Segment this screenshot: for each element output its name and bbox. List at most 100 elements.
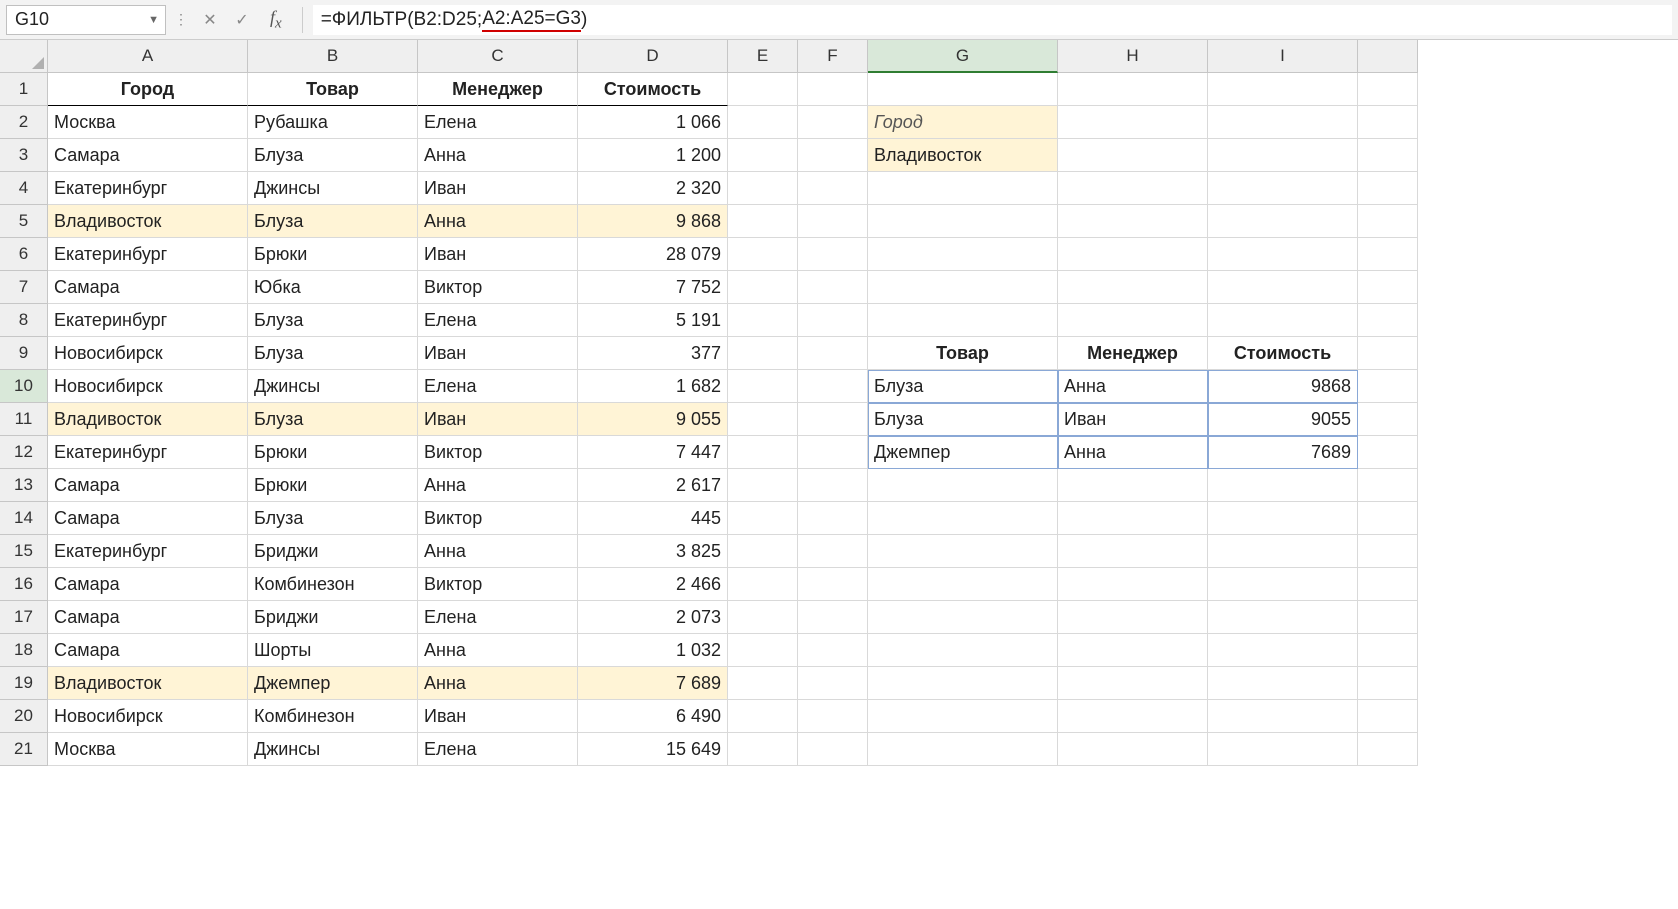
row-header-7[interactable]: 7 [0, 271, 48, 304]
cell[interactable] [868, 535, 1058, 568]
cell[interactable]: 9 868 [578, 205, 728, 238]
cell[interactable]: Елена [418, 106, 578, 139]
result-cell[interactable]: 7689 [1208, 436, 1358, 469]
cell[interactable] [728, 370, 798, 403]
cell[interactable]: Юбка [248, 271, 418, 304]
cell[interactable] [1208, 172, 1358, 205]
cell[interactable] [1358, 139, 1418, 172]
cell[interactable] [1358, 403, 1418, 436]
cell[interactable]: Иван [418, 337, 578, 370]
cell[interactable] [1358, 337, 1418, 370]
spreadsheet-grid[interactable]: ABCDEFGHI1ГородТоварМенеджерСтоимость2Мо… [0, 40, 1678, 766]
cell[interactable] [1058, 700, 1208, 733]
col-header-D[interactable]: D [578, 40, 728, 73]
cell[interactable]: Иван [418, 238, 578, 271]
cell[interactable]: Анна [418, 469, 578, 502]
cell[interactable] [798, 634, 868, 667]
name-box[interactable]: G10 ▼ [6, 5, 166, 35]
cell[interactable]: Анна [418, 667, 578, 700]
cell[interactable]: Брюки [248, 469, 418, 502]
cell[interactable] [1208, 205, 1358, 238]
row-header-13[interactable]: 13 [0, 469, 48, 502]
cell[interactable] [728, 436, 798, 469]
cell[interactable]: Екатеринбург [48, 304, 248, 337]
cell[interactable] [1208, 304, 1358, 337]
cell[interactable] [1208, 106, 1358, 139]
cell[interactable] [1208, 469, 1358, 502]
confirm-icon[interactable]: ✓ [228, 10, 256, 30]
cell[interactable] [1058, 73, 1208, 106]
cell[interactable] [1058, 205, 1208, 238]
cell[interactable] [798, 667, 868, 700]
cell[interactable] [1058, 733, 1208, 766]
cell[interactable] [728, 304, 798, 337]
cell[interactable]: Блуза [248, 403, 418, 436]
cell[interactable] [728, 502, 798, 535]
result-cell[interactable]: 9055 [1208, 403, 1358, 436]
row-header-8[interactable]: 8 [0, 304, 48, 337]
cell[interactable] [1358, 172, 1418, 205]
cell[interactable]: Екатеринбург [48, 535, 248, 568]
cell[interactable]: Самара [48, 502, 248, 535]
cell[interactable] [798, 304, 868, 337]
cell[interactable] [1058, 535, 1208, 568]
result-cell[interactable]: Джемпер [868, 436, 1058, 469]
cell[interactable] [868, 238, 1058, 271]
result-header[interactable]: Стоимость [1208, 337, 1358, 370]
cell[interactable] [1358, 205, 1418, 238]
cell[interactable]: Рубашка [248, 106, 418, 139]
cell[interactable]: Москва [48, 106, 248, 139]
cell[interactable]: Блуза [248, 502, 418, 535]
cell[interactable] [728, 469, 798, 502]
cell[interactable]: 2 320 [578, 172, 728, 205]
table-header[interactable]: Менеджер [418, 73, 578, 106]
cell[interactable]: Джемпер [248, 667, 418, 700]
cell[interactable] [798, 733, 868, 766]
cell[interactable] [1358, 436, 1418, 469]
cell[interactable] [1208, 601, 1358, 634]
cell[interactable]: 5 191 [578, 304, 728, 337]
cell[interactable] [1358, 73, 1418, 106]
result-cell[interactable]: 9868 [1208, 370, 1358, 403]
cell[interactable] [728, 139, 798, 172]
row-header-21[interactable]: 21 [0, 733, 48, 766]
cell[interactable] [1358, 304, 1418, 337]
cell[interactable] [1358, 568, 1418, 601]
cell[interactable]: Елена [418, 601, 578, 634]
col-header-G[interactable]: G [868, 40, 1058, 73]
cell[interactable]: Виктор [418, 568, 578, 601]
cell[interactable] [868, 172, 1058, 205]
formula-input[interactable]: =ФИЛЬТР(B2:D25;A2:A25=G3) [313, 5, 1672, 35]
result-header[interactable]: Товар [868, 337, 1058, 370]
cell[interactable] [728, 733, 798, 766]
cell[interactable]: 15 649 [578, 733, 728, 766]
chevron-down-icon[interactable]: ▼ [148, 14, 159, 26]
cell[interactable] [798, 469, 868, 502]
cell[interactable] [1208, 238, 1358, 271]
cell[interactable] [1358, 733, 1418, 766]
row-header-2[interactable]: 2 [0, 106, 48, 139]
row-header-12[interactable]: 12 [0, 436, 48, 469]
cell[interactable]: 377 [578, 337, 728, 370]
cell[interactable]: Новосибирск [48, 700, 248, 733]
cell[interactable]: Джинсы [248, 733, 418, 766]
cell[interactable]: Блуза [248, 205, 418, 238]
cell[interactable] [868, 634, 1058, 667]
table-header[interactable]: Стоимость [578, 73, 728, 106]
cell[interactable]: Анна [418, 634, 578, 667]
cell[interactable]: Брюки [248, 238, 418, 271]
row-header-11[interactable]: 11 [0, 403, 48, 436]
cell[interactable] [728, 700, 798, 733]
cell[interactable] [728, 106, 798, 139]
cell[interactable]: Екатеринбург [48, 172, 248, 205]
col-header-E[interactable]: E [728, 40, 798, 73]
cell[interactable] [1058, 469, 1208, 502]
cell[interactable]: 445 [578, 502, 728, 535]
cell[interactable]: Бриджи [248, 535, 418, 568]
cell[interactable] [1358, 667, 1418, 700]
cell[interactable]: Елена [418, 304, 578, 337]
cell[interactable] [1058, 106, 1208, 139]
cell[interactable]: Владивосток [48, 403, 248, 436]
cell[interactable]: Самара [48, 469, 248, 502]
cell[interactable]: 1 066 [578, 106, 728, 139]
